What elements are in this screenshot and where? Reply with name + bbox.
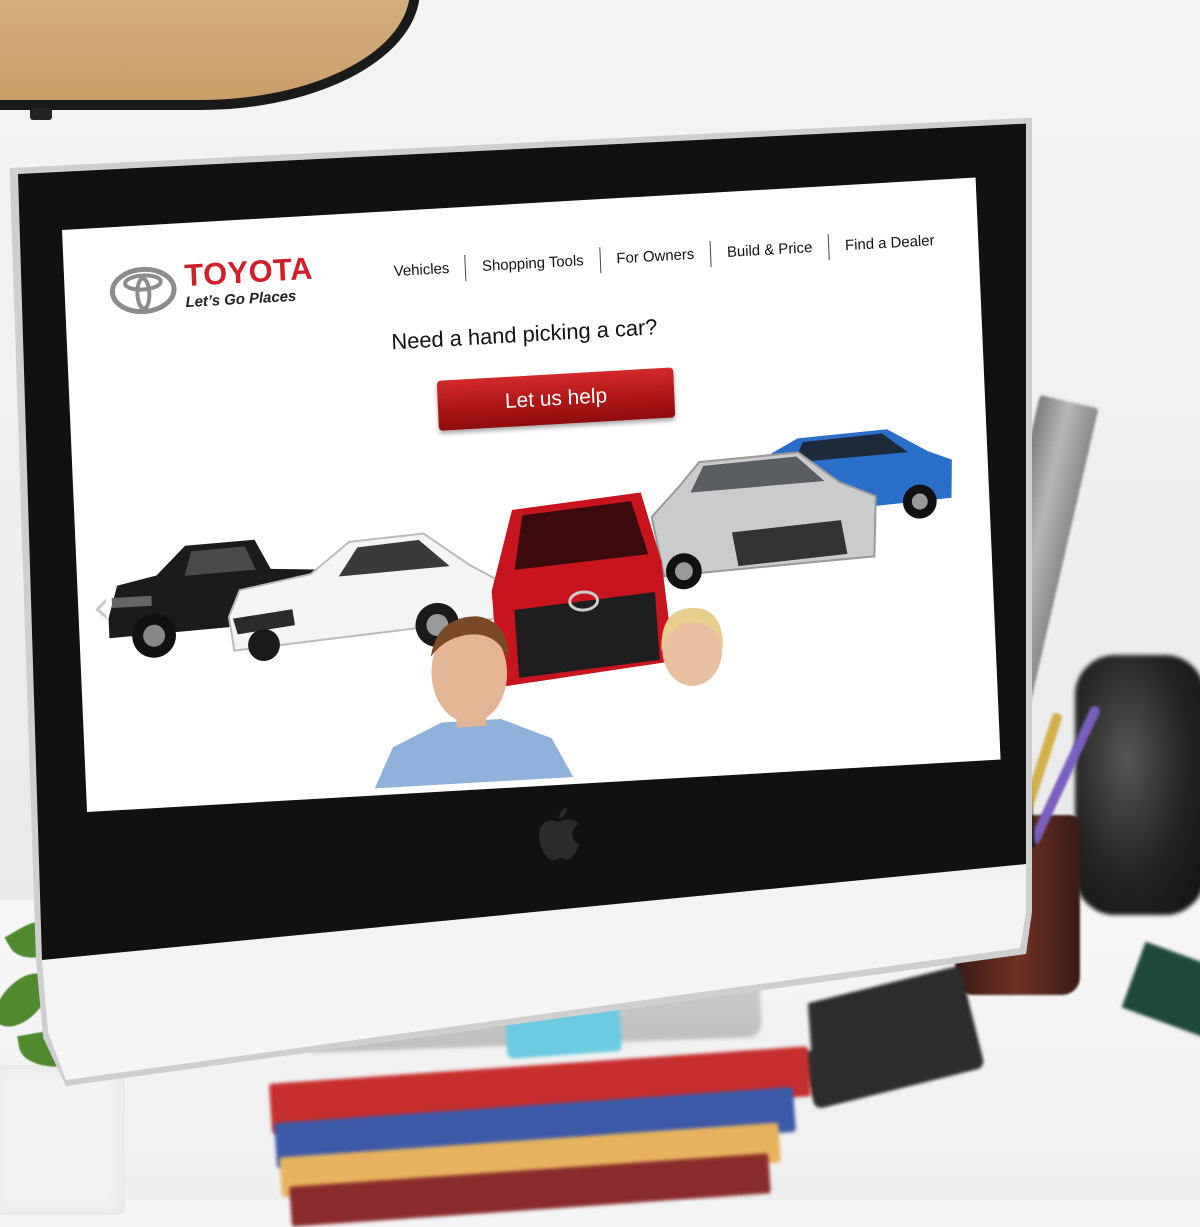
nav-item-for-owners[interactable]: For Owners bbox=[600, 243, 711, 271]
apple-logo-icon bbox=[539, 807, 580, 861]
main-nav: Vehicles Shopping Tools For Owners Build… bbox=[377, 227, 951, 286]
website-screen: TOYOTA Let’s Go Places Vehicles Shopping… bbox=[62, 177, 1001, 812]
nav-item-find-dealer[interactable]: Find a Dealer bbox=[829, 229, 951, 258]
nav-item-shopping-tools[interactable]: Shopping Tools bbox=[466, 249, 600, 279]
nav-item-build-price[interactable]: Build & Price bbox=[711, 236, 829, 265]
let-us-help-button[interactable]: Let us help bbox=[436, 367, 676, 431]
man-thinking-image bbox=[374, 616, 574, 789]
toyota-emblem-icon bbox=[109, 266, 177, 315]
toyota-logo[interactable]: TOYOTA Let’s Go Places bbox=[108, 249, 339, 332]
woman-thinking-image bbox=[661, 607, 724, 686]
imac-monitor: TOYOTA Let’s Go Places Vehicles Shopping… bbox=[0, 0, 1200, 1200]
vehicle-silver-sedan[interactable] bbox=[639, 444, 883, 598]
nav-item-vehicles[interactable]: Vehicles bbox=[377, 257, 465, 284]
